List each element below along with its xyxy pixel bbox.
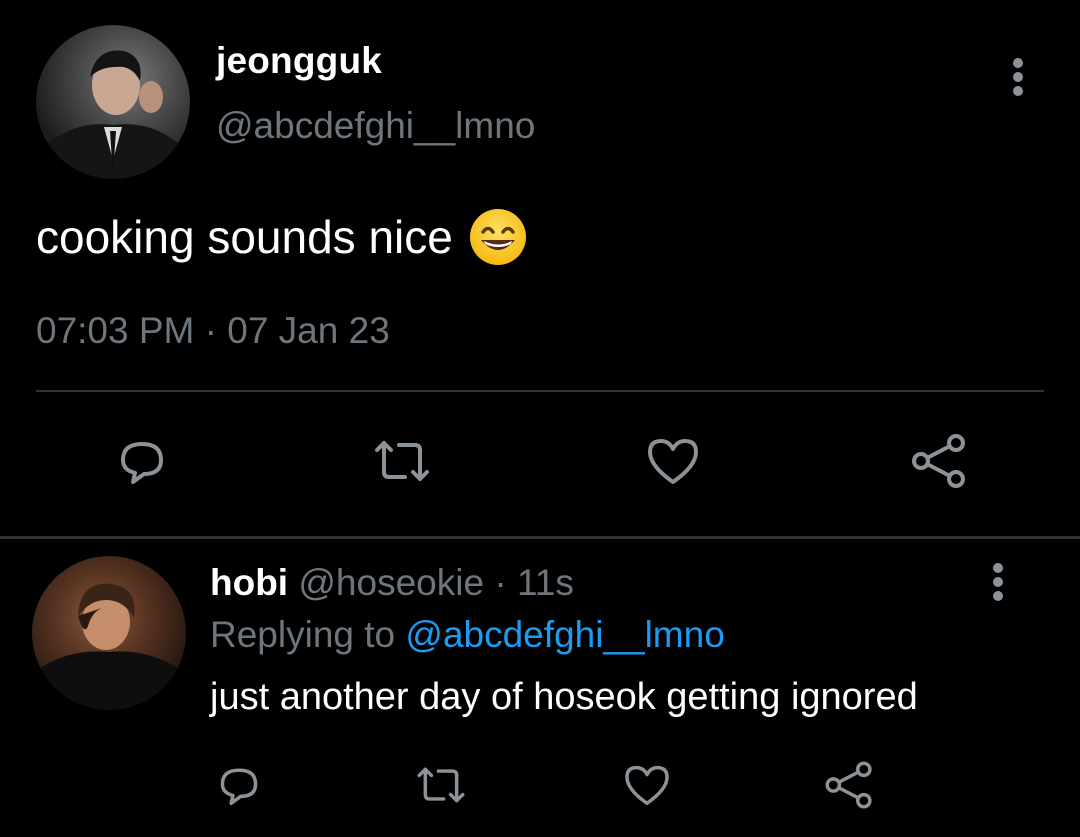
- reply-more-options-icon[interactable]: [980, 560, 1016, 604]
- tweet-timestamp[interactable]: 07:03 PM · 07 Jan 23: [36, 310, 390, 352]
- author-handle[interactable]: @abcdefghi__lmno: [216, 105, 535, 147]
- reply-author-handle[interactable]: @hoseokie: [298, 562, 484, 603]
- reply-text: just another day of hoseok getting ignor…: [210, 676, 918, 718]
- tweet-text: cooking sounds nice: [36, 211, 453, 263]
- divider: [36, 390, 1044, 392]
- reply-retweet-icon[interactable]: [414, 758, 468, 812]
- reply-avatar-image: [32, 583, 186, 710]
- author-name[interactable]: jeongguk: [216, 40, 382, 82]
- reply-share-icon[interactable]: [822, 758, 876, 812]
- section-divider: [0, 536, 1080, 539]
- like-icon[interactable]: [642, 430, 704, 492]
- avatar-image: [36, 50, 190, 179]
- replying-to-mention[interactable]: @abcdefghi__lmno: [405, 614, 724, 655]
- more-options-icon[interactable]: [1000, 55, 1036, 99]
- reply-author-name[interactable]: hobi: [210, 562, 288, 603]
- grinning-face-emoji-icon: [469, 208, 527, 266]
- retweet-icon[interactable]: [371, 430, 433, 492]
- reply-author-avatar[interactable]: [32, 556, 186, 710]
- reply-separator: ·: [484, 562, 517, 603]
- reply-header: hobi @hoseokie · 11s: [210, 562, 574, 604]
- reply-time-ago[interactable]: 11s: [517, 562, 574, 603]
- reply-icon[interactable]: [111, 430, 173, 492]
- share-icon[interactable]: [908, 430, 970, 492]
- author-avatar[interactable]: [36, 25, 190, 179]
- replying-to-line: Replying to @abcdefghi__lmno: [210, 614, 725, 656]
- reply-reply-icon[interactable]: [212, 758, 266, 812]
- replying-to-prefix: Replying to: [210, 614, 406, 655]
- tweet-body: cooking sounds nice: [36, 208, 527, 266]
- reply-like-icon[interactable]: [620, 758, 674, 812]
